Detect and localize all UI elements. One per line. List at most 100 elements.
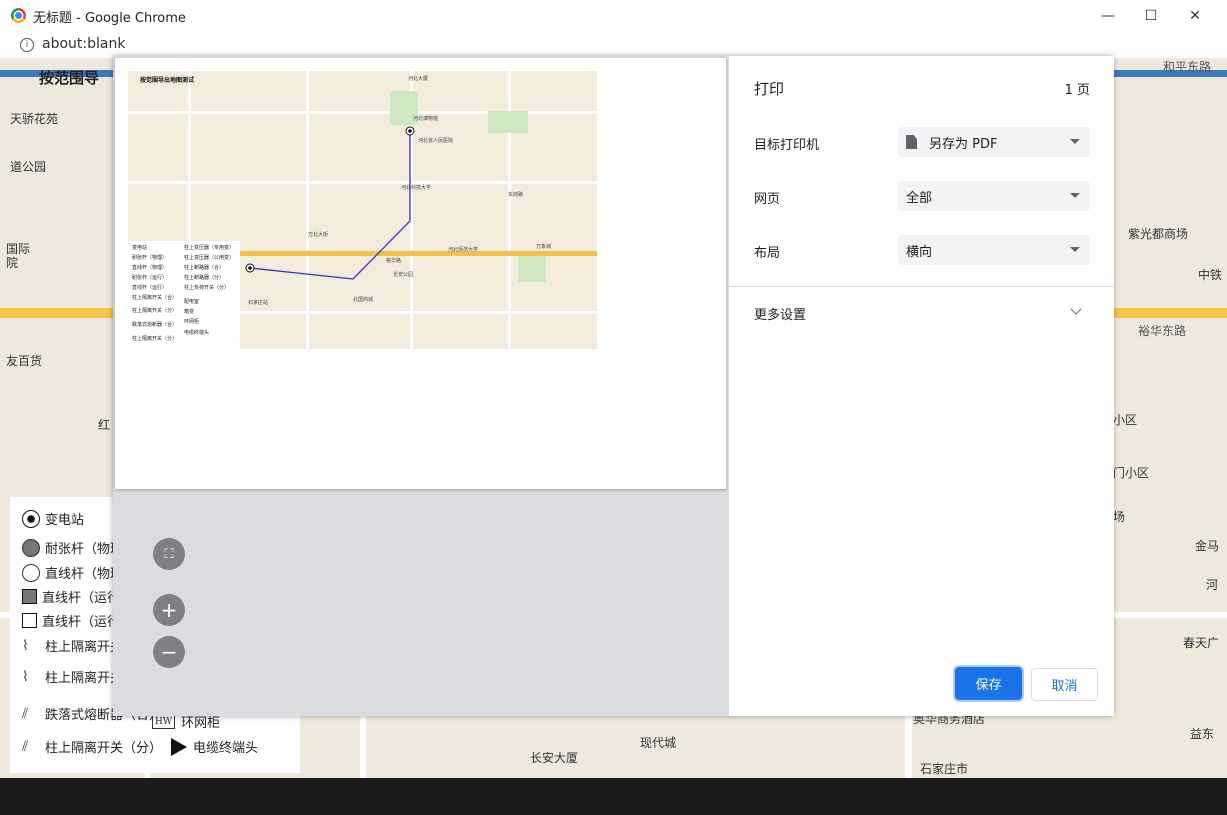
map-label: 道公园 bbox=[10, 160, 47, 174]
legend-label: 耐张杆（物理 bbox=[45, 542, 124, 557]
isolation-switch-icon: ⌇ bbox=[22, 668, 29, 685]
map-label: 门小区 bbox=[1113, 466, 1150, 480]
fuse-icon: ⫽ bbox=[22, 705, 29, 722]
legend-label: 电缆终端头 bbox=[193, 741, 259, 756]
map-label: 院 bbox=[6, 256, 19, 270]
layout-label: 布局 bbox=[754, 246, 781, 261]
map-label-text: 天骄花苑 bbox=[10, 112, 59, 126]
ring-main-unit-icon: HW bbox=[152, 714, 176, 729]
preview-label: 方北大街 bbox=[308, 232, 329, 238]
document-icon bbox=[906, 135, 917, 149]
map-label: 现代城 bbox=[640, 736, 677, 750]
map-label: 河 bbox=[1206, 578, 1219, 592]
print-title: 打印 bbox=[754, 80, 785, 98]
page-count: 1 页 bbox=[1064, 83, 1090, 98]
preview-label: 东岗路 bbox=[508, 192, 524, 198]
fit-to-page-button[interactable]: ⛶ bbox=[153, 538, 185, 570]
zoom-in-button[interactable]: + bbox=[153, 594, 185, 626]
straight-pole-icon bbox=[22, 563, 40, 582]
map-label: 小区 bbox=[1113, 413, 1138, 427]
save-button[interactable]: 保存 bbox=[955, 667, 1022, 700]
chevron-down-icon[interactable] bbox=[1070, 303, 1082, 315]
legend-item: 变电站 bbox=[22, 509, 84, 528]
tension-pole-icon bbox=[22, 538, 40, 557]
legend-label: 变电站 bbox=[45, 513, 85, 528]
legend-item: ⫽ 柱上隔离开关（分） 电缆终端头 bbox=[22, 737, 258, 756]
legend-item: ⌇ 柱上隔离开关 bbox=[22, 636, 124, 656]
preview-legend-item: 箱变 bbox=[184, 309, 195, 315]
preview-label: 河北大厦 bbox=[408, 76, 429, 82]
preview-legend-item: 柱上隔离开关（合） bbox=[132, 295, 178, 301]
pages-select[interactable]: 全部 bbox=[898, 181, 1090, 211]
legend-label: 直线杆（物理 bbox=[45, 567, 124, 582]
minimize-button[interactable]: — bbox=[1085, 0, 1131, 32]
preview-label: 河北师范大学 bbox=[448, 247, 479, 253]
preview-heading: 按范围导出地图测试 bbox=[140, 77, 195, 84]
preview-legend-item: 变电站 bbox=[132, 245, 148, 251]
preview-legend-item: 柱上变压器（公用变） bbox=[184, 255, 235, 261]
preview-label: 万象城 bbox=[536, 244, 552, 250]
window-title: 无标题 - Google Chrome bbox=[33, 11, 186, 26]
preview-legend-item: 耐张杆（运行） bbox=[132, 275, 168, 281]
cable-head-icon bbox=[171, 737, 188, 756]
destination-label: 目标打印机 bbox=[754, 138, 820, 153]
pages-value: 全部 bbox=[906, 190, 933, 206]
preview-map-thumbnail: 按范围导出地图测试 河北大厦 河北省人民医院 河北博物馆 河北科技大学 河北师范… bbox=[128, 71, 597, 349]
preview-legend-item: 柱上隔离开关（分） bbox=[132, 308, 178, 314]
map-label: 春天广 bbox=[1183, 636, 1220, 650]
preview-label: 裕华路 bbox=[386, 258, 402, 264]
preview-legend: 变电站 耐张杆（物理） 直线杆（物理） 耐张杆（运行） 直线杆（运行） 柱上隔离… bbox=[128, 241, 240, 349]
preview-legend-item: 柱上断路器（分） bbox=[184, 275, 225, 281]
legend-label: 柱上隔离开关（分） bbox=[45, 741, 163, 756]
url-text[interactable]: about:blank bbox=[42, 36, 125, 52]
divider bbox=[729, 286, 1114, 287]
info-icon[interactable]: i bbox=[20, 38, 34, 52]
maximize-button[interactable]: ☐ bbox=[1128, 0, 1174, 32]
page-title: 按范围导 bbox=[39, 69, 100, 87]
print-preview-area: 按范围导出地图测试 河北大厦 河北省人民医院 河北博物馆 河北科技大学 河北师范… bbox=[113, 56, 728, 716]
preview-legend-item: 电缆终端头 bbox=[184, 330, 210, 336]
legend-label: 柱上隔离开关 bbox=[45, 640, 124, 655]
preview-sheet: 按范围导出地图测试 河北大厦 河北省人民医院 河北博物馆 河北科技大学 河北师范… bbox=[115, 58, 726, 489]
preview-legend-item: 跌落式熔断器（合） bbox=[132, 322, 178, 328]
split-switch-icon: ⫽ bbox=[22, 738, 29, 755]
close-window-button[interactable]: ✕ bbox=[1172, 0, 1218, 32]
legend-item: 直线杆（物理 bbox=[22, 563, 123, 582]
preview-legend-item: 柱上隔离开关（分） bbox=[132, 336, 178, 342]
run-pole-empty-icon bbox=[22, 613, 37, 628]
chevron-down-icon bbox=[1070, 139, 1080, 144]
zoom-out-button[interactable]: − bbox=[153, 636, 185, 668]
preview-legend-item: 柱上变压器（专用变） bbox=[184, 245, 235, 251]
chevron-down-icon bbox=[1070, 247, 1080, 252]
map-label: 金马 bbox=[1195, 539, 1220, 553]
isolation-switch-icon: ⌇ bbox=[22, 637, 29, 654]
chevron-down-icon bbox=[1070, 193, 1080, 198]
preview-label: 河北省人民医院 bbox=[418, 138, 454, 144]
preview-legend-item: 柱上断路器（合） bbox=[184, 265, 225, 271]
more-settings-toggle[interactable]: 更多设置 bbox=[754, 304, 806, 323]
run-pole-filled-icon bbox=[22, 589, 37, 604]
destination-value: 另存为 PDF bbox=[929, 136, 998, 152]
preview-legend-item: 耐张杆（物理） bbox=[132, 255, 168, 261]
destination-select[interactable]: 另存为 PDF bbox=[898, 127, 1090, 157]
preview-legend-item: 环网柜 bbox=[184, 319, 200, 325]
map-label: 红 bbox=[98, 418, 111, 432]
chrome-logo-icon bbox=[11, 8, 26, 23]
layout-select[interactable]: 横向 bbox=[898, 235, 1090, 265]
legend-item: 耐张杆（物理 bbox=[22, 538, 123, 557]
legend-label: 直线杆（运行 bbox=[42, 615, 121, 630]
cancel-button[interactable]: 取消 bbox=[1031, 668, 1098, 701]
preview-label: 北国商城 bbox=[353, 297, 374, 303]
map-label: 益东 bbox=[1190, 727, 1215, 741]
legend-label: 柱上隔离开关 bbox=[45, 671, 124, 686]
preview-label: 河北博物馆 bbox=[413, 116, 439, 122]
taskbar bbox=[0, 778, 1227, 815]
map-label: 紫光都商场 bbox=[1128, 227, 1189, 241]
address-bar[interactable]: i about:blank bbox=[0, 32, 1227, 59]
preview-legend-item: 直线杆（物理） bbox=[132, 265, 168, 271]
preview-label: 河北科技大学 bbox=[401, 185, 432, 191]
legend-label: 直线杆（运行 bbox=[42, 591, 121, 606]
legend-item: 直线杆（运行 bbox=[22, 611, 120, 630]
preview-label: 石家庄站 bbox=[248, 300, 269, 306]
pages-label: 网页 bbox=[754, 192, 781, 207]
